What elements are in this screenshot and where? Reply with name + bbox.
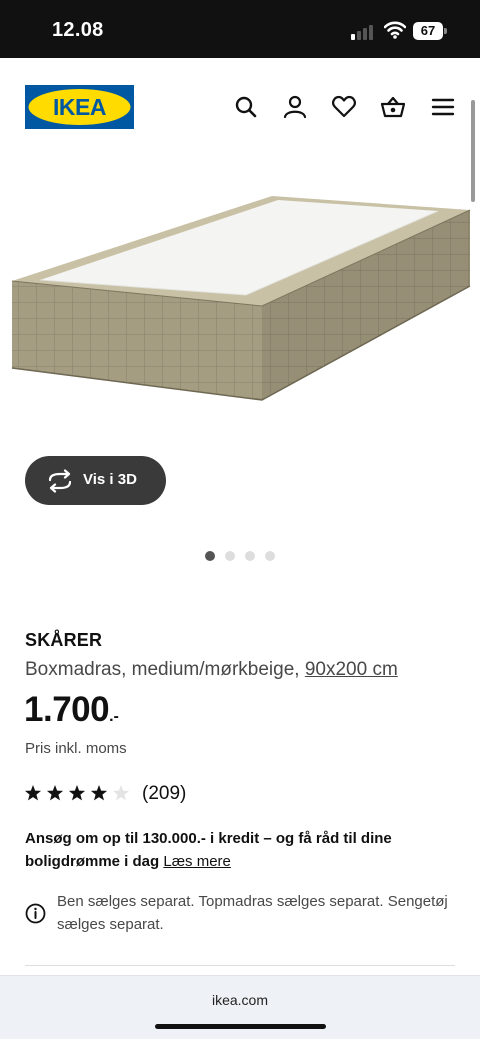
carousel-dot-3[interactable] [245,551,255,561]
ikea-logo[interactable]: IKEA [25,85,134,129]
home-indicator[interactable] [155,1024,326,1029]
vat-note: Pris inkl. moms [25,740,127,757]
product-price: 1.700.- [24,690,119,730]
browser-address-bar: ikea.com [0,975,480,1039]
price-suffix: .- [109,708,119,725]
basket-icon[interactable] [380,94,406,120]
carousel-dot-1[interactable] [205,551,215,561]
price-main: 1.700 [24,690,110,729]
rotate-3d-icon [48,469,72,493]
product-name: SKÅRER [25,630,103,650]
battery-indicator: 67 [413,22,447,40]
site-header: IKEA [0,58,480,158]
info-notice-text: Ben sælges separat. Topmadras sælges sep… [57,893,448,933]
info-icon [25,903,46,924]
section-divider [25,965,455,966]
heart-icon[interactable] [331,94,357,120]
product-description-text: Boxmadras, medium/mørkbeige, [25,659,300,680]
view-3d-button[interactable]: Vis i 3D [25,456,166,505]
star-empty-icon [112,785,130,801]
carousel-dot-4[interactable] [265,551,275,561]
rating-stars [25,785,130,801]
wifi-icon [384,21,406,39]
star-filled-icon [90,785,108,801]
status-time: 12.08 [52,19,104,41]
product-rating[interactable]: (209) [25,783,195,805]
logo-text: IKEA [53,94,106,120]
star-filled-icon [25,785,42,801]
url-text[interactable]: ikea.com [0,992,480,1008]
rating-count: (209) [142,783,187,804]
search-icon[interactable] [233,94,259,120]
carousel-dots [205,551,285,563]
product-image[interactable] [0,158,480,448]
star-filled-icon [68,785,86,801]
carousel-dot-2[interactable] [225,551,235,561]
read-more-link[interactable]: Læs mere [163,853,231,870]
product-size-link[interactable]: 90x200 cm [305,659,398,680]
credit-offer: Ansøg om op til 130.000.- i kredit – og … [25,827,445,873]
view-3d-label: Vis i 3D [83,471,137,488]
star-filled-icon [46,785,64,801]
menu-icon[interactable] [430,94,456,120]
status-bar: 12.08 67 [0,0,480,58]
product-description: Boxmadras, medium/mørkbeige, 90x200 cm [25,659,398,681]
user-icon[interactable] [282,94,308,120]
signal-icon [351,24,377,40]
battery-level: 67 [413,22,443,40]
